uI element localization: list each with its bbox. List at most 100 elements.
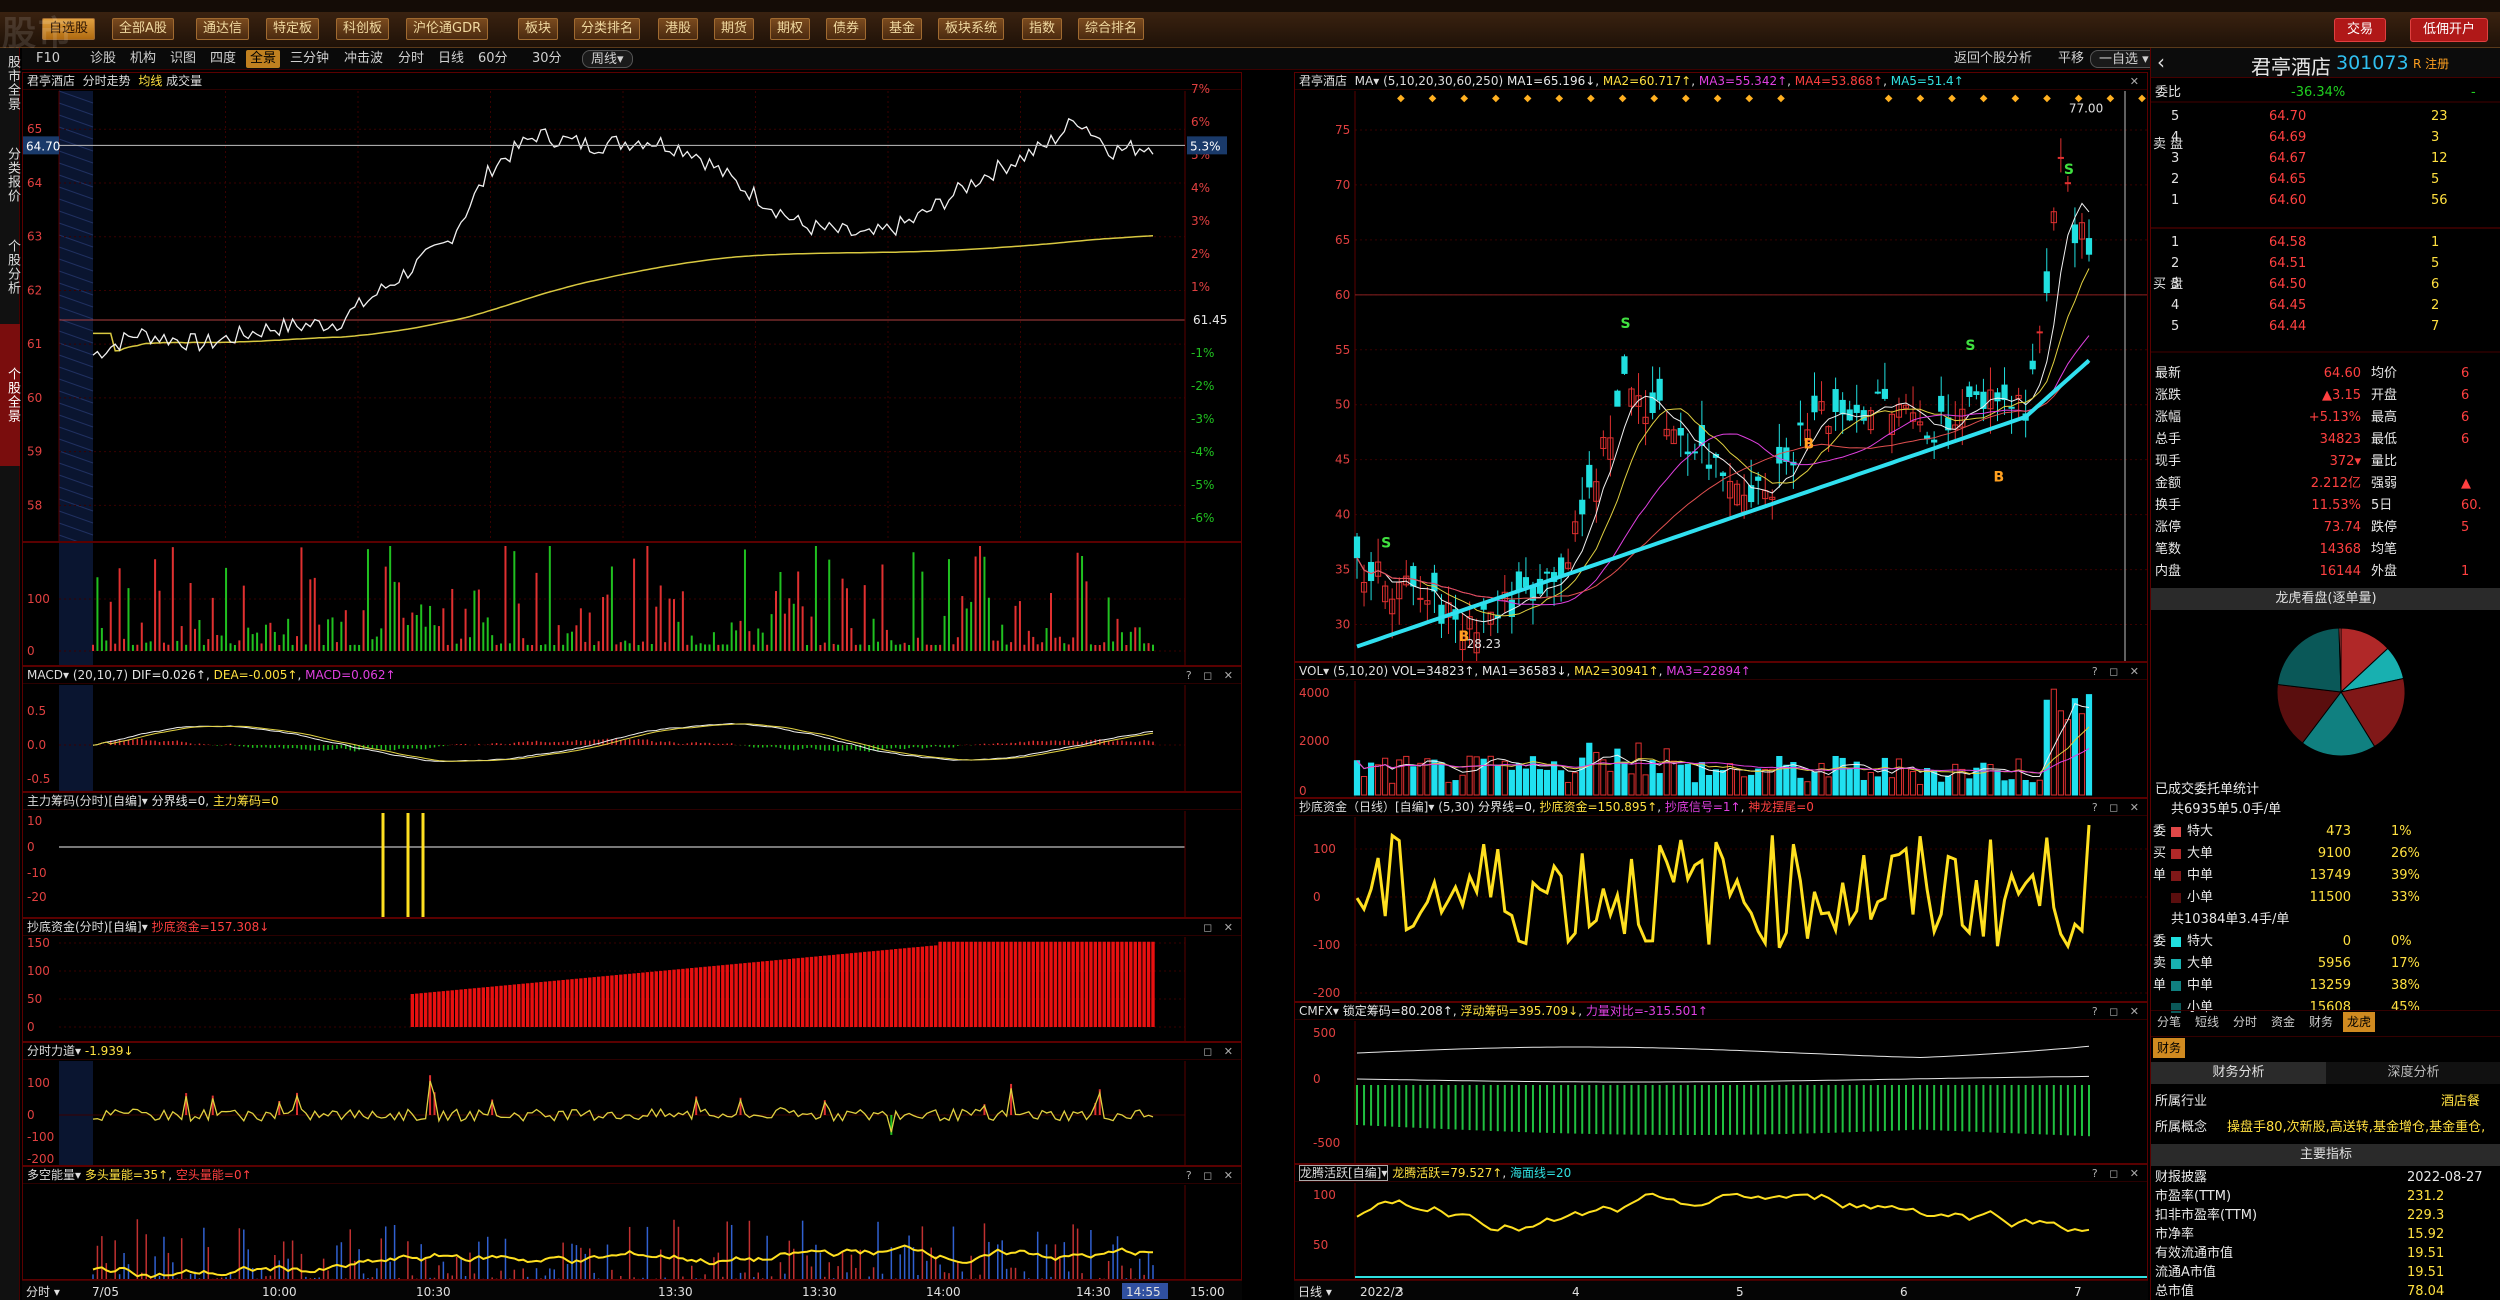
quote-key2-5: 强弱 — [2371, 476, 2398, 491]
daily-volume-bar — [2064, 719, 2071, 796]
finance-tab[interactable]: 财务 — [2153, 1038, 2186, 1058]
pct-tick-1: 6% — [1191, 115, 1210, 129]
vtab-stock-analysis[interactable]: 个股分析 — [0, 232, 20, 302]
daily-volume-bar — [1938, 781, 1945, 796]
time-label-5: 13:30 — [658, 1285, 693, 1299]
ask-level-3: 2 — [2171, 172, 2179, 187]
daily-volume-bar — [1931, 770, 1938, 796]
event-diamond-icon: ◆ — [1948, 93, 1956, 104]
daily-volume-bar — [1375, 764, 1382, 796]
open-account-button[interactable]: 低佣开户 — [2410, 18, 2489, 42]
bid-vol-0: 1 — [2431, 235, 2439, 250]
main-chips-chart[interactable]: 10 0 -10 -20 — [23, 793, 1242, 918]
quote-key-7: 涨停 — [2155, 520, 2182, 535]
info-tab-3[interactable]: 资金 — [2267, 1012, 2299, 1032]
daily-volume-bar — [1466, 755, 1473, 796]
daily-volume-bar — [1600, 759, 1607, 796]
metric-key-4: 有效流通市值 — [2155, 1246, 2234, 1261]
fsld-tick-0: 100 — [27, 1076, 50, 1090]
toolbar-button-6[interactable]: 板块 — [518, 18, 559, 40]
vtab-stock-panorama[interactable]: 个股全景 — [0, 324, 20, 466]
dif-line — [92, 722, 1154, 763]
subbar-item-1[interactable]: 诊股 — [86, 50, 120, 68]
subbar-item-11[interactable]: 30分 — [528, 50, 566, 68]
daily-kline-chart[interactable]: 75706560555045403530SSSSBBB77.0028.23◆ ◆ ◆… — [1295, 73, 2148, 662]
toolbar-button-4[interactable]: 科创板 — [336, 18, 390, 40]
subbar-item-0[interactable]: F10 — [32, 50, 64, 68]
vtab-market-overview[interactable]: 股市全景 — [0, 48, 20, 118]
back-chevron-icon[interactable]: ‹ — [2157, 50, 2165, 74]
cmfx-chart[interactable]: 500 0 -500 — [1295, 1003, 2148, 1164]
intraday-force-chart[interactable]: 100 0 -100 -200 — [23, 1043, 1242, 1166]
daily-volume-bar — [2008, 779, 2015, 796]
daily-volume-bar — [1367, 762, 1375, 796]
dragon-active-chart[interactable]: 100 50 — [1295, 1165, 2148, 1280]
intraday-price-chart[interactable]: 656463626160595861.457%6%5%4%3%2%1%-1%-2… — [23, 73, 1242, 542]
daily-volume-bar — [1635, 742, 1642, 796]
intraday-volume-chart[interactable]: 100 0 — [23, 543, 1242, 666]
daily-volume-bar — [1410, 766, 1417, 796]
macd-chart[interactable]: 0.5 0.0 -0.5 — [23, 667, 1242, 792]
quote-key2-1: 开盘 — [2371, 388, 2398, 403]
locked-chips-line — [1356, 1075, 2090, 1083]
toolbar-button-14[interactable]: 指数 — [1022, 18, 1063, 40]
toolbar-button-7[interactable]: 分类排名 — [574, 18, 641, 40]
subbar-item-10[interactable]: 60分 — [474, 50, 512, 68]
daily-volume-bar — [1684, 764, 1691, 796]
candle-body — [1881, 388, 1888, 399]
back-to-analysis-link[interactable]: 返回个股分析 — [1950, 50, 2036, 68]
daily-volume-bar — [2071, 698, 2079, 796]
long-short-energy-chart[interactable] — [23, 1167, 1242, 1280]
daily-volume-bar — [2043, 699, 2050, 796]
toolbar-button-2[interactable]: 通达信 — [196, 18, 250, 40]
deep-analysis-tab[interactable]: 深度分析 — [2326, 1062, 2500, 1084]
daily-volume-chart[interactable]: 4000 2000 0 — [1295, 663, 2148, 798]
subbar-item-9[interactable]: 日线 — [434, 50, 468, 68]
candle-body — [1811, 395, 1818, 413]
toolbar-button-11[interactable]: 债券 — [826, 18, 867, 40]
vtab-category-quote[interactable]: 分类报价 — [0, 140, 20, 210]
info-tab-0[interactable]: 分笔 — [2153, 1012, 2185, 1032]
bottom-funds-intraday-chart[interactable]: 150 100 50 0 — [23, 919, 1242, 1042]
toolbar-button-15[interactable]: 综合排名 — [1078, 18, 1145, 40]
time-label-0: 分时 ▾ — [26, 1285, 60, 1299]
candle-body — [1776, 446, 1783, 464]
info-tab-2[interactable]: 分时 — [2229, 1012, 2261, 1032]
dcdzj-tick-3: -200 — [1313, 986, 1340, 1000]
event-diamond-icon: ◆ — [1429, 93, 1437, 104]
subbar-item-2[interactable]: 机构 — [126, 50, 160, 68]
info-tab-1[interactable]: 短线 — [2191, 1012, 2223, 1032]
trade-button[interactable]: 交易 — [2334, 18, 2387, 42]
ask-level-0: 5 — [2171, 109, 2179, 124]
subbar-item-6[interactable]: 三分钟 — [286, 50, 333, 68]
subbar-item-4[interactable]: 四度 — [206, 50, 240, 68]
toolbar-button-5[interactable]: 沪伦通GDR — [406, 18, 489, 40]
pan-button[interactable]: 平移 — [2054, 50, 2088, 68]
daily-volume-bar — [1628, 773, 1635, 796]
ask-price-1: 64.69 — [2269, 130, 2306, 145]
subbar-item-8[interactable]: 分时 — [394, 50, 428, 68]
toolbar-button-3[interactable]: 特定板 — [266, 18, 320, 40]
toolbar-button-12[interactable]: 基金 — [882, 18, 923, 40]
subbar-item-3[interactable]: 识图 — [166, 50, 200, 68]
toolbar-button-10[interactable]: 期权 — [770, 18, 811, 40]
subbar-item-12[interactable]: 周线▾ — [582, 50, 633, 68]
toolbar-button-9[interactable]: 期货 — [714, 18, 755, 40]
quote-key-2: 涨幅 — [2155, 410, 2182, 425]
toolbar-button-1[interactable]: 全部A股 — [112, 18, 174, 40]
bottom-funds-daily-chart[interactable]: 100 0 -100 -200 — [1295, 799, 2148, 1002]
bid-level-0: 1 — [2171, 235, 2179, 250]
toolbar-button-8[interactable]: 港股 — [658, 18, 699, 40]
pct-tick-7: -1% — [1191, 346, 1214, 360]
finance-analysis-tab[interactable]: 财务分析 — [2151, 1062, 2326, 1084]
info-tab-4[interactable]: 财务 — [2305, 1012, 2337, 1032]
subbar-item-5[interactable]: 全景 — [246, 50, 281, 68]
toolbar-button-13[interactable]: 板块系统 — [938, 18, 1005, 40]
subbar-item-7[interactable]: 冲击波 — [340, 50, 387, 68]
dcdzj-tick-1: 0 — [1313, 890, 1321, 904]
daily-volume-bar — [1748, 774, 1755, 796]
info-tab-5[interactable]: 龙虎 — [2343, 1012, 2376, 1032]
bid-vol-3: 2 — [2431, 298, 2439, 313]
sell-pct-0: 0% — [2391, 934, 2412, 949]
buy-vol-1: 9100 — [2317, 846, 2351, 861]
